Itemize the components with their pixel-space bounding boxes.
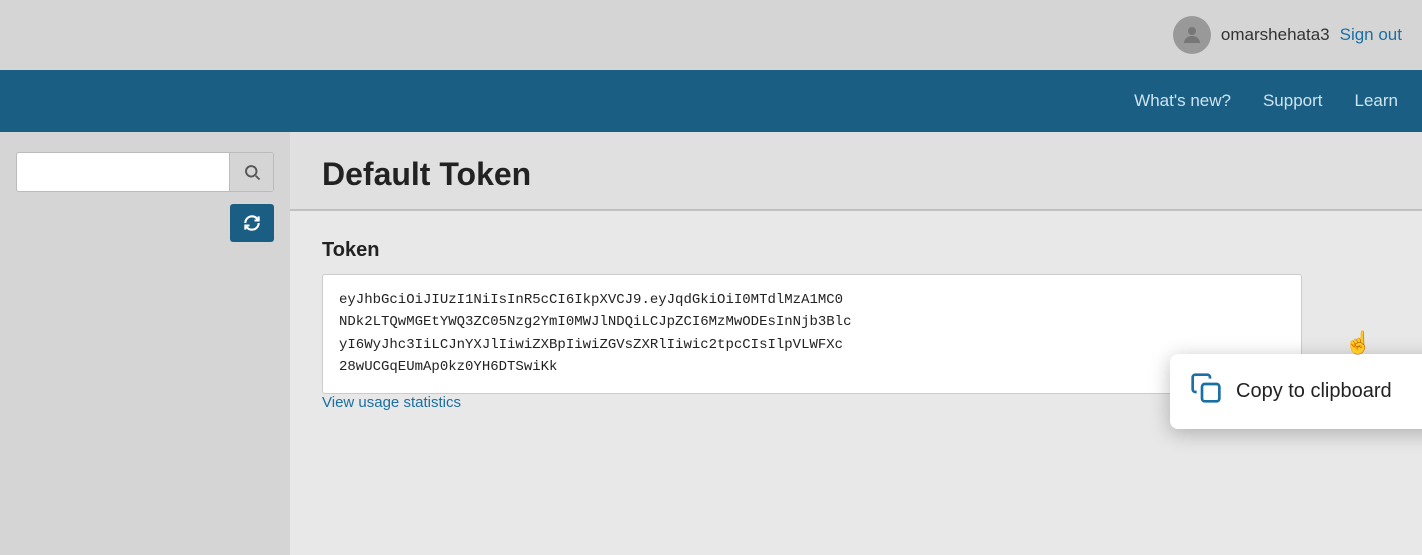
token-container: eyJhbGciOiJIUzI1NiIsInR5cCI6IkpXVCJ9.eyJ… [322, 274, 1390, 394]
top-bar: omarshehata3 Sign out [0, 0, 1422, 70]
token-section: Token eyJhbGciOiJIUzI1NiIsInR5cCI6IkpXVC… [290, 211, 1422, 440]
sign-out-button[interactable]: Sign out [1340, 25, 1402, 45]
sidebar [0, 132, 290, 555]
nav-whats-new[interactable]: What's new? [1134, 91, 1231, 111]
refresh-button[interactable] [230, 204, 274, 242]
token-label: Token [322, 239, 1390, 262]
copy-tooltip-text: Copy to clipboard [1236, 380, 1392, 403]
page-header: Default Token [290, 132, 1422, 211]
search-button[interactable] [229, 153, 273, 191]
content-area: Default Token Token eyJhbGciOiJIUzI1NiIs… [290, 132, 1422, 555]
copy-icon-in-tooltip [1190, 372, 1222, 411]
nav-learn[interactable]: Learn [1355, 91, 1398, 111]
avatar [1173, 16, 1211, 54]
page-title: Default Token [322, 156, 1390, 193]
user-area: omarshehata3 Sign out [1173, 16, 1402, 54]
search-input[interactable] [17, 156, 229, 188]
token-value: eyJhbGciOiJIUzI1NiIsInR5cCI6IkpXVCJ9.eyJ… [322, 274, 1302, 394]
cursor-hand: ☝️ [1345, 330, 1372, 356]
nav-bar: What's new? Support Learn [0, 70, 1422, 132]
username-label: omarshehata3 [1221, 25, 1330, 45]
main-layout: Default Token Token eyJhbGciOiJIUzI1NiIs… [0, 132, 1422, 555]
view-stats-link[interactable]: View usage statistics [322, 394, 461, 411]
search-box [16, 152, 274, 192]
nav-support[interactable]: Support [1263, 91, 1323, 111]
copy-tooltip-popup: Copy to clipboard [1170, 354, 1422, 429]
